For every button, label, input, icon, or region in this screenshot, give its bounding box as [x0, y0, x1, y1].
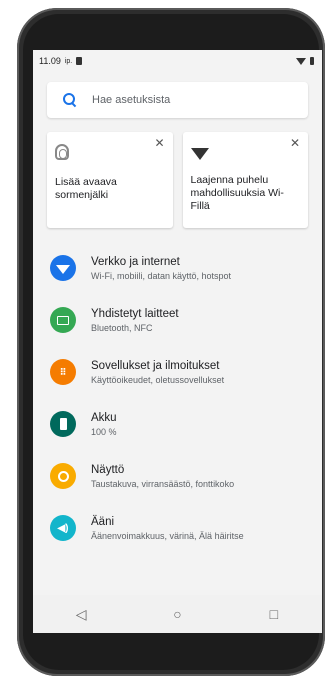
close-icon[interactable]: ✕ — [154, 136, 164, 150]
suggestion-text: Laajenna puhelu mahdollisuuksia Wi-Fillä — [190, 174, 284, 212]
settings-item-title: Akku — [91, 411, 117, 424]
close-icon[interactable]: ✕ — [290, 136, 300, 150]
back-button[interactable]: ◁ — [66, 606, 96, 623]
sound-icon: ◀) — [50, 515, 76, 541]
settings-item-subtitle: Käyttöoikeudet, oletussovellukset — [91, 374, 225, 385]
suggestion-text: Lisää avaava sormenjälki — [55, 176, 117, 201]
settings-item-sound[interactable]: ◀) Ääni Äänenvoimakkuus, värinä, Älä häi… — [33, 502, 322, 554]
apps-icon: ⠿ — [50, 359, 76, 385]
recents-button[interactable]: □ — [259, 606, 289, 622]
settings-item-subtitle: 100 % — [91, 426, 117, 437]
search-bar[interactable]: Hae asetuksista — [47, 82, 308, 118]
navigation-bar: ◁ ○ □ — [33, 595, 322, 633]
settings-list: Verkko ja internet Wi-Fi, mobiili, datan… — [33, 242, 322, 554]
battery-icon — [50, 411, 76, 437]
wifi-icon — [190, 148, 209, 160]
search-icon — [63, 93, 77, 108]
settings-item-subtitle: Äänenvoimakkuus, värinä, Älä häiritse — [91, 530, 244, 541]
settings-item-apps[interactable]: ⠿ Sovellukset ja ilmoitukset Käyttöoikeu… — [33, 346, 322, 398]
settings-item-title: Sovellukset ja ilmoitukset — [91, 359, 220, 372]
home-button[interactable]: ○ — [162, 606, 192, 622]
suggestion-cards: ✕ Lisää avaava sormenjälki ✕ Laajenna pu… — [47, 132, 308, 228]
fingerprint-icon — [55, 144, 69, 160]
settings-item-subtitle: Taustakuva, virransäästö, fonttikoko — [91, 478, 235, 489]
settings-item-title: Näyttö — [91, 463, 125, 476]
settings-item-title: Yhdistetyt laitteet — [91, 307, 179, 320]
status-time: 11.09 — [39, 56, 61, 66]
status-ampm: ip. — [64, 57, 73, 65]
settings-item-display[interactable]: Näyttö Taustakuva, virransäästö, fonttik… — [33, 450, 322, 502]
screen: 11.09 ip. Hae asetuksista ✕ Lisää avaava… — [33, 50, 322, 633]
settings-item-title: Verkko ja internet — [91, 255, 180, 268]
search-placeholder: Hae asetuksista — [92, 94, 171, 106]
suggestion-card-fingerprint[interactable]: ✕ Lisää avaava sormenjälki — [47, 132, 173, 228]
network-icon — [50, 255, 76, 281]
settings-item-title: Ääni — [91, 515, 115, 528]
suggestion-card-wifi-calling[interactable]: ✕ Laajenna puhelu mahdollisuuksia Wi-Fil… — [182, 132, 308, 228]
settings-item-network[interactable]: Verkko ja internet Wi-Fi, mobiili, datan… — [33, 242, 322, 294]
connected-devices-icon — [50, 307, 76, 333]
settings-item-subtitle: Bluetooth, NFC — [91, 322, 153, 333]
battery-status-icon — [310, 57, 314, 65]
settings-item-subtitle: Wi-Fi, mobiili, datan käyttö, hotspot — [91, 270, 232, 281]
settings-item-battery[interactable]: Akku 100 % — [33, 398, 322, 450]
display-icon — [50, 463, 76, 489]
wifi-status-icon — [296, 57, 306, 65]
settings-item-connected-devices[interactable]: Yhdistetyt laitteet Bluetooth, NFC — [33, 294, 322, 346]
status-bar: 11.09 ip. — [33, 50, 322, 72]
sim-icon — [76, 57, 83, 65]
